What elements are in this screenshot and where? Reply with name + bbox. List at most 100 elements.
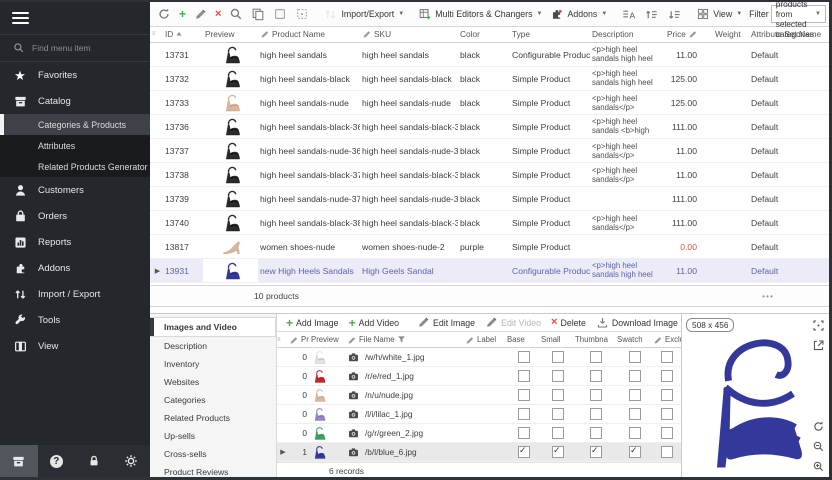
column-header-thumbna[interactable]: Thumbna [575,335,617,344]
product-row[interactable]: 13737 high heel sandals-nude-36high heel… [150,139,829,163]
thumbnail-checkbox[interactable] [590,370,602,382]
view-menu[interactable]: View▼ [693,5,745,23]
base-checkbox[interactable] [518,427,530,439]
column-header-preview[interactable]: Preview [203,29,258,39]
base-checkbox[interactable] [518,370,530,382]
help-button[interactable]: ? [38,445,76,477]
raise-button[interactable] [641,5,662,24]
settings-button[interactable] [113,445,151,477]
column-header-label[interactable]: Label [465,335,507,345]
image-row[interactable]: 0 /g/r/green_2.jpg [277,424,681,443]
sidebar-item-favorites[interactable]: ★Favorites [0,62,150,88]
zoom-out-icon[interactable] [811,439,825,453]
menu-icon[interactable] [12,9,29,27]
column-header-weight[interactable]: Weight [713,29,749,39]
sidebar-item-import-export[interactable]: Import / Export [0,281,150,307]
product-row[interactable]: 13738 high heel sandals-black-37high hee… [150,163,829,187]
thumbnail-checkbox[interactable] [590,351,602,363]
edit-image-button[interactable]: Edit Image [414,314,478,331]
product-row[interactable]: 13731 high heel sandalshigh heel sandals… [150,43,829,67]
column-header-price[interactable]: Price [665,29,713,39]
exclude-checkbox[interactable] [661,446,673,458]
column-header-file name[interactable]: File Name [347,335,465,345]
import-export-menu[interactable]: Import/Export▼ [320,5,407,24]
zoom-in-icon[interactable] [811,459,825,473]
product-row[interactable]: 13733 high heel sandals-nudehigh heel sa… [150,91,829,115]
lower-button[interactable] [664,5,685,24]
sidebar-item-tools[interactable]: Tools [0,307,150,333]
sidebar-item-attributes[interactable]: Attributes [0,135,150,156]
download-image-button[interactable]: Download Image [593,314,681,331]
column-header-product-name[interactable]: Product Name [258,29,360,39]
sidebar-item-categories-products[interactable]: Categories & Products [0,114,150,135]
add-button[interactable]: + [176,6,189,22]
rotate-icon[interactable] [811,419,825,433]
column-header-color[interactable]: Color [458,29,510,39]
tab-categories[interactable]: Categories [150,391,276,409]
menu-search-input[interactable]: Find menu item [0,34,150,62]
tab-inventory[interactable]: Inventory [150,355,276,373]
thumbnail-checkbox[interactable] [590,389,602,401]
sidebar-item-customers[interactable]: Customers [0,177,150,203]
column-header-description[interactable]: Description [590,29,665,39]
sidebar-item-orders[interactable]: Orders [0,203,150,229]
lock-button[interactable] [75,445,113,477]
sidebar-item-catalog[interactable]: Catalog [0,88,150,114]
small-checkbox[interactable] [552,370,564,382]
column-header-attribute-set-name[interactable]: Attribute Set Name [749,29,829,39]
delete-image-button[interactable]: ×Delete [548,315,589,330]
small-checkbox[interactable] [552,446,564,458]
column-header-preview[interactable]: Preview [311,335,347,344]
exclude-checkbox[interactable] [661,389,673,401]
clone-button[interactable] [292,5,312,23]
select-button[interactable] [270,5,290,23]
swatch-checkbox[interactable] [629,408,641,420]
multi-editors-menu[interactable]: Multi Editors & Changers▼ [415,5,545,23]
image-row[interactable]: ▶1 /b/l/blue_6.jpg [277,443,681,462]
thumbnail-checkbox[interactable] [590,408,602,420]
small-checkbox[interactable] [552,389,564,401]
add-image-button[interactable]: +Add Image [283,315,342,331]
base-checkbox[interactable] [518,389,530,401]
tab-related-products[interactable]: Related Products [150,409,276,427]
addons-menu[interactable]: Addons▼ [547,5,610,23]
store-button[interactable] [0,445,38,477]
image-row[interactable]: 0 /w/h/white_1.jpg [277,348,681,367]
small-checkbox[interactable] [552,408,564,420]
sidebar-item-view[interactable]: View [0,333,150,359]
exclude-checkbox[interactable] [661,351,673,363]
product-row[interactable]: ▶13931 new High Heels SandalsHigh Geels … [150,259,829,283]
image-row[interactable]: 0 /r/e/red_1.jpg [277,367,681,386]
image-row[interactable]: 0 /l/i/lilac_1.jpg [277,405,681,424]
tab-websites[interactable]: Websites [150,373,276,391]
product-row[interactable]: 13817women shoes-nudewomen shoes-nude-2p… [150,235,829,259]
small-checkbox[interactable] [552,427,564,439]
exclude-checkbox[interactable] [661,408,673,420]
column-header-type[interactable]: Type [510,29,590,39]
base-checkbox[interactable] [518,351,530,363]
sidebar-item-addons[interactable]: Addons [0,255,150,281]
sidebar-item-related-products-generator[interactable]: Related Products Generator [0,156,150,177]
product-row[interactable]: 13732 high heel sandals-blackhigh heel s… [150,67,829,91]
add-video-button[interactable]: +Add Video [346,315,402,331]
small-checkbox[interactable] [552,351,564,363]
swatch-checkbox[interactable] [629,351,641,363]
font-case-button[interactable]: A [618,5,639,24]
filters-menu[interactable]: Filters▼ [828,6,832,22]
category-filter-select[interactable]: Show products from selected categories▼ [771,5,826,23]
product-row[interactable]: 13739 high heel sandals-nude-37high heel… [150,187,829,211]
column-header-swatch[interactable]: Swatch [617,335,653,344]
image-row[interactable]: 0 /n/u/nude.jpg [277,386,681,405]
product-row[interactable]: 13740 high heel sandals-black-38high hee… [150,211,829,235]
sidebar-item-reports[interactable]: Reports [0,229,150,255]
tab-product-reviews[interactable]: Product Reviews [150,463,276,480]
column-header-sku[interactable]: SKU [360,29,458,39]
exclude-checkbox[interactable] [661,427,673,439]
thumbnail-checkbox[interactable] [590,427,602,439]
open-external-icon[interactable] [811,338,825,352]
tab-images-and-video[interactable]: Images and Video [150,317,276,337]
delete-button[interactable]: × [212,7,224,22]
column-header-small[interactable]: Small [541,335,575,344]
column-header-id[interactable]: ID [163,29,203,39]
base-checkbox[interactable] [518,446,530,458]
